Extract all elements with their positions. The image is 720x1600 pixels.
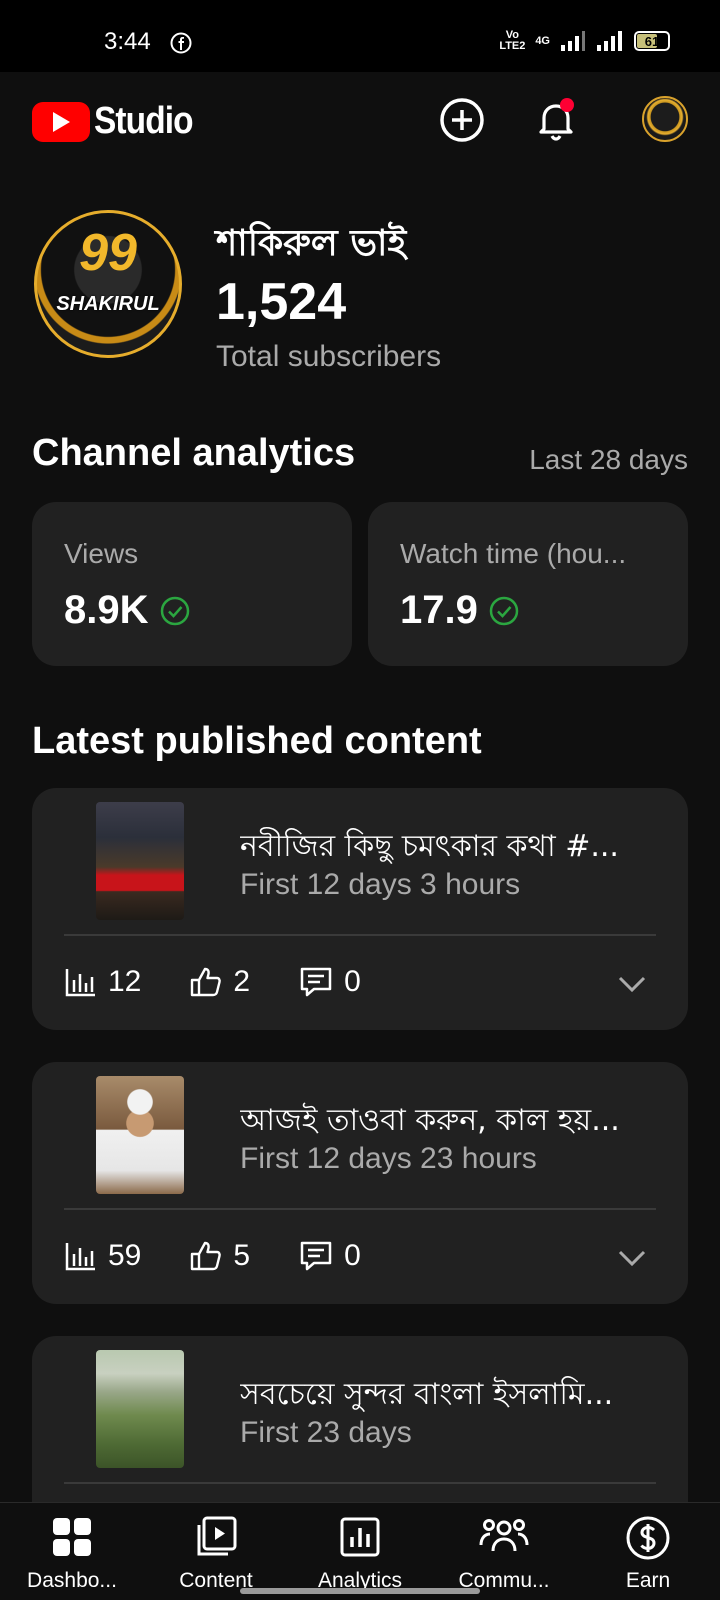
app-name: Studio bbox=[94, 100, 194, 142]
channel-avatar[interactable]: 99 SHAKIRUL bbox=[34, 210, 182, 358]
status-indicators: Vo LTE2 4G 61 bbox=[499, 30, 670, 52]
likes-count: 2 bbox=[233, 965, 251, 998]
divider bbox=[64, 934, 656, 936]
likes-count: 5 bbox=[233, 1239, 251, 1272]
facebook-notification-icon bbox=[170, 32, 192, 54]
studio-logo[interactable]: Studio bbox=[32, 100, 206, 143]
comments-stat: 0 bbox=[298, 1239, 361, 1273]
nav-earn[interactable]: Earn bbox=[576, 1503, 720, 1600]
metric-number: 8.9K bbox=[64, 588, 149, 632]
latest-content-title: Latest published content bbox=[32, 720, 482, 762]
check-circle-icon bbox=[489, 596, 519, 625]
comment-icon bbox=[300, 1241, 332, 1271]
battery-icon: 61 bbox=[634, 31, 670, 51]
nav-content[interactable]: Content bbox=[144, 1503, 288, 1600]
analytics-section-title: Channel analytics bbox=[32, 432, 356, 474]
metric-value: 17.9 bbox=[400, 588, 520, 633]
channel-summary: 99 SHAKIRUL শাকিরুল ভাই 1,524 Total subs… bbox=[32, 204, 688, 373]
channel-name: শাকিরুল ভাই bbox=[216, 223, 407, 264]
video-period: First 12 days 23 hours bbox=[240, 1142, 537, 1175]
status-bar: 3:44 Vo LTE2 4G 61 bbox=[0, 0, 720, 72]
metric-value: 8.9K bbox=[64, 588, 191, 633]
account-avatar[interactable] bbox=[642, 96, 688, 142]
metric-number: 17.9 bbox=[400, 588, 478, 632]
comments-stat: 0 bbox=[298, 965, 361, 999]
views-count: 59 bbox=[108, 1239, 142, 1272]
nav-label: Dashbo... bbox=[27, 1569, 117, 1592]
add-circle-icon bbox=[440, 98, 484, 142]
likes-stat: 5 bbox=[189, 1239, 250, 1273]
thumb-up-icon bbox=[191, 967, 222, 997]
views-stat: 12 bbox=[64, 965, 141, 999]
thumb-up-icon bbox=[191, 1241, 222, 1271]
nav-community[interactable]: Commu... bbox=[432, 1503, 576, 1600]
bar-chart-icon bbox=[65, 969, 95, 997]
volte-indicator: Vo LTE2 bbox=[499, 29, 526, 52]
top-app-bar: Studio bbox=[0, 72, 720, 168]
comments-count: 0 bbox=[344, 1239, 361, 1272]
comment-icon bbox=[300, 967, 332, 997]
notification-badge bbox=[560, 98, 574, 112]
signal-icon-sim1 bbox=[561, 31, 585, 51]
home-indicator[interactable] bbox=[240, 1588, 480, 1594]
analytics-range: Last 28 days bbox=[529, 444, 688, 475]
video-period: First 12 days 3 hours bbox=[240, 868, 521, 901]
comments-count: 0 bbox=[344, 965, 361, 998]
likes-stat: 2 bbox=[189, 965, 250, 999]
video-thumbnail[interactable] bbox=[96, 1350, 184, 1468]
video-stats: 12 2 0 bbox=[64, 962, 409, 1002]
divider bbox=[64, 1482, 656, 1484]
community-icon bbox=[479, 1519, 529, 1552]
subscriber-label: Total subscribers bbox=[216, 340, 442, 373]
battery-level: 61 bbox=[644, 33, 660, 49]
metric-label: Views bbox=[64, 538, 139, 569]
chevron-down-icon[interactable] bbox=[612, 964, 652, 1004]
metric-label: Watch time (hou... bbox=[400, 538, 627, 569]
nav-dashboard[interactable]: Dashbo... bbox=[0, 1503, 144, 1600]
content-item[interactable]: আজই তাওবা করুন, কাল হয়... First 12 days… bbox=[32, 1062, 688, 1304]
youtube-play-icon bbox=[32, 101, 90, 142]
network-type: 4G bbox=[535, 35, 550, 47]
video-thumbnail[interactable] bbox=[96, 1076, 184, 1194]
metric-card-watch-time[interactable]: Watch time (hou... 17.9 bbox=[368, 502, 688, 666]
metric-card-views[interactable]: Views 8.9K bbox=[32, 502, 352, 666]
avatar-number: 99 bbox=[79, 224, 137, 282]
notifications-button[interactable] bbox=[530, 94, 582, 146]
video-stats: 59 5 0 bbox=[64, 1236, 409, 1276]
status-time: 3:44 bbox=[104, 28, 151, 55]
nav-label: Earn bbox=[625, 1569, 671, 1592]
avatar-text: SHAKIRUL bbox=[56, 293, 160, 315]
divider bbox=[64, 1208, 656, 1210]
dashboard-icon bbox=[53, 1518, 91, 1556]
video-thumbnail[interactable] bbox=[96, 802, 184, 920]
video-title: সবচেয়ে সুন্দর বাংলা ইসলামি... bbox=[240, 1377, 614, 1412]
content-icon bbox=[197, 1516, 237, 1556]
views-stat: 59 bbox=[64, 1239, 141, 1273]
video-title: আজই তাওবা করুন, কাল হয়... bbox=[240, 1103, 620, 1138]
nav-analytics[interactable]: Analytics bbox=[288, 1503, 432, 1600]
analytics-icon bbox=[340, 1517, 380, 1557]
create-button[interactable] bbox=[436, 94, 488, 146]
subscriber-count: 1,524 bbox=[216, 273, 347, 331]
video-title: নবীজির কিছু চমৎকার কথা #... bbox=[240, 829, 619, 864]
earn-icon bbox=[626, 1516, 670, 1560]
views-count: 12 bbox=[108, 965, 142, 998]
check-circle-icon bbox=[160, 596, 189, 625]
signal-icon-sim2 bbox=[597, 31, 622, 51]
video-period: First 23 days bbox=[240, 1416, 412, 1449]
bar-chart-icon bbox=[65, 1243, 95, 1271]
content-item[interactable]: নবীজির কিছু চমৎকার কথা #... First 12 day… bbox=[32, 788, 688, 1030]
chevron-down-icon[interactable] bbox=[612, 1238, 652, 1278]
bottom-navigation: Dashbo... Content Analytics Commu... Ear… bbox=[0, 1502, 720, 1600]
